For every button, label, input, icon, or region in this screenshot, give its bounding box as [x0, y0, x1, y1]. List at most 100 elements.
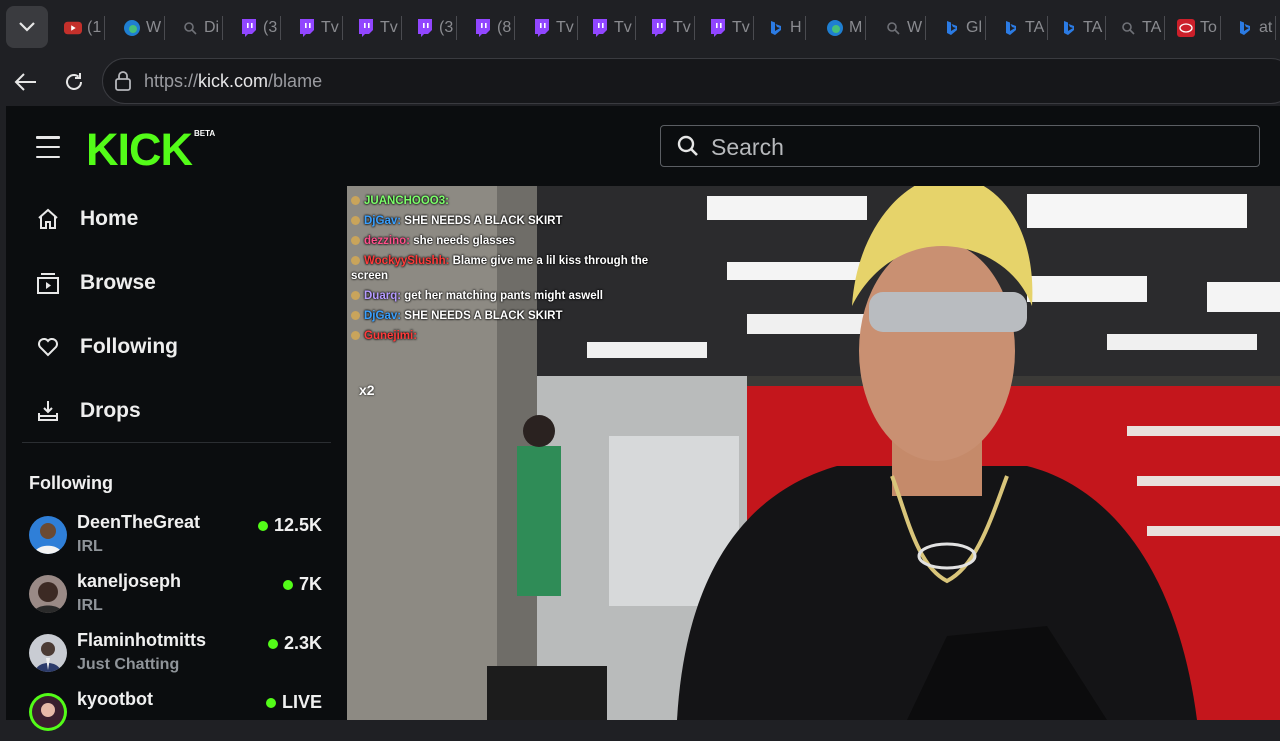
browser-tab-title: Tv	[380, 19, 398, 36]
chat-message: WockyySlushh: Blame give me a lil kiss t…	[351, 254, 671, 284]
tab-separator	[1105, 16, 1107, 40]
browser-tab-title: Tv	[556, 19, 574, 36]
chat-username[interactable]: DjGav:	[364, 310, 401, 322]
browser-tab[interactable]: W	[123, 16, 166, 40]
browse-icon	[36, 271, 60, 295]
live-dot	[257, 520, 268, 531]
chat-username[interactable]: WockyySlushh:	[364, 255, 449, 267]
lock-icon[interactable]	[113, 70, 133, 92]
tab-separator	[341, 16, 343, 40]
video-player[interactable]: JUANCHOOO3: DjGav: SHE NEEDS A BLACK SKIR…	[347, 186, 1280, 720]
browser-tab[interactable]: Tv	[357, 16, 402, 40]
browser-tab[interactable]: Tv	[591, 16, 636, 40]
back-button[interactable]	[10, 66, 42, 98]
chat-text: she needs glasses	[410, 235, 515, 247]
chat-username[interactable]: Duarq:	[364, 290, 401, 302]
chat-message: DjGav: SHE NEEDS A BLACK SKIRT	[351, 214, 671, 229]
address-bar[interactable]: https://kick.com/blame	[102, 58, 1280, 104]
bing-icon	[943, 19, 961, 37]
browser-tab-title: TA	[1025, 19, 1045, 36]
url-text: https://kick.com/blame	[144, 71, 323, 91]
browser-tab[interactable]: W	[884, 16, 927, 40]
following-channel[interactable]: DeenTheGreat IRL 12.5K	[29, 512, 329, 564]
nav-drops[interactable]: Drops	[36, 395, 141, 427]
bing-icon	[767, 19, 785, 37]
tab-separator	[693, 16, 695, 40]
browser-tab[interactable]: TA	[1060, 16, 1107, 40]
reload-button[interactable]	[58, 66, 90, 98]
nav-home[interactable]: Home	[36, 203, 138, 235]
nav-following[interactable]: Following	[36, 331, 178, 363]
channel-name: Flaminhotmitts	[77, 630, 206, 650]
channel-name: kaneljoseph	[77, 571, 182, 591]
browser-tab-title: (3	[439, 19, 454, 36]
nav-home-label: Home	[80, 207, 139, 230]
chat-message: JUANCHOOO3:	[351, 194, 671, 209]
chat-username[interactable]: Gunejimi:	[364, 330, 417, 342]
following-channel[interactable]: kaneljoseph IRL 7K	[29, 571, 329, 623]
tab-separator	[804, 16, 806, 40]
badge-icon	[351, 196, 360, 205]
browser-tab[interactable]: (8	[474, 16, 516, 40]
browser-tab-strip: (1 W Di (3 Tv Tv (3 (8 Tv Tv Tv Tv H M W Gl TA TA TA To at	[0, 0, 1280, 56]
browser-tab[interactable]: at	[1236, 16, 1277, 40]
edge-icon	[826, 19, 844, 37]
channel-category: Just Chatting	[77, 656, 180, 673]
drops-icon	[36, 399, 60, 423]
browser-tab[interactable]: H	[767, 16, 806, 40]
badge-icon	[351, 331, 360, 340]
svg-text:BETA: BETA	[194, 129, 215, 138]
browser-tab[interactable]: To	[1177, 16, 1221, 40]
following-channel[interactable]: Flaminhotmitts Just Chatting 2.3K	[29, 630, 329, 682]
twitch-icon	[298, 19, 316, 37]
tab-separator	[1047, 16, 1049, 40]
chat-username[interactable]: dezzino:	[364, 235, 410, 247]
chat-username[interactable]: DjGav:	[364, 215, 401, 227]
tab-separator	[925, 16, 927, 40]
browser-tab[interactable]: Tv	[709, 16, 754, 40]
menu-icon[interactable]	[36, 136, 60, 158]
browser-tab[interactable]: TA	[1119, 16, 1166, 40]
browser-tab-title: (3	[263, 19, 278, 36]
browser-tab[interactable]: Tv	[533, 16, 578, 40]
chat-username[interactable]: JUANCHOOO3:	[364, 195, 449, 207]
browser-tab[interactable]: Tv	[650, 16, 695, 40]
following-channel[interactable]: kyootbot LIVE	[29, 689, 329, 741]
svg-text:KICK: KICK	[86, 126, 193, 170]
twitch-icon	[709, 19, 727, 37]
tab-separator	[576, 16, 578, 40]
badge-icon	[351, 216, 360, 225]
viewer-count: 7K	[282, 574, 322, 595]
kick-logo[interactable]: KICK BETA	[86, 126, 226, 170]
badge-icon	[351, 256, 360, 265]
channel-category: IRL	[77, 538, 103, 555]
browser-tab-title: TA	[1142, 19, 1162, 36]
badge-icon	[351, 291, 360, 300]
browser-tab-title: W	[146, 19, 162, 36]
twitch-icon	[650, 19, 668, 37]
browser-tab[interactable]: Di	[181, 16, 224, 40]
search-icon	[884, 19, 902, 37]
tab-separator	[752, 16, 754, 40]
avatar	[29, 634, 67, 672]
badge-icon	[351, 311, 360, 320]
browser-tab[interactable]: TA	[1002, 16, 1049, 40]
browser-tab[interactable]: Tv	[298, 16, 343, 40]
viewer-count: LIVE	[265, 692, 322, 713]
chat-text: SHE NEEDS A BLACK SKIRT	[401, 215, 563, 227]
nav-browse[interactable]: Browse	[36, 267, 156, 299]
browser-tab[interactable]: (3	[416, 16, 458, 40]
twitch-icon	[416, 19, 434, 37]
live-dot	[265, 697, 276, 708]
nav-drops-label: Drops	[80, 399, 141, 422]
browser-tab[interactable]: (1	[64, 16, 106, 40]
search-box[interactable]	[660, 125, 1260, 167]
avatar	[29, 575, 67, 613]
tab-separator	[164, 16, 166, 40]
browser-tab[interactable]: (3	[240, 16, 282, 40]
browser-tab[interactable]: M	[826, 16, 867, 40]
browser-tab[interactable]: Gl	[943, 16, 986, 40]
search-input[interactable]	[709, 132, 1233, 162]
tab-search-button[interactable]	[6, 6, 48, 48]
chat-text: get her matching pants might aswell	[401, 290, 603, 302]
